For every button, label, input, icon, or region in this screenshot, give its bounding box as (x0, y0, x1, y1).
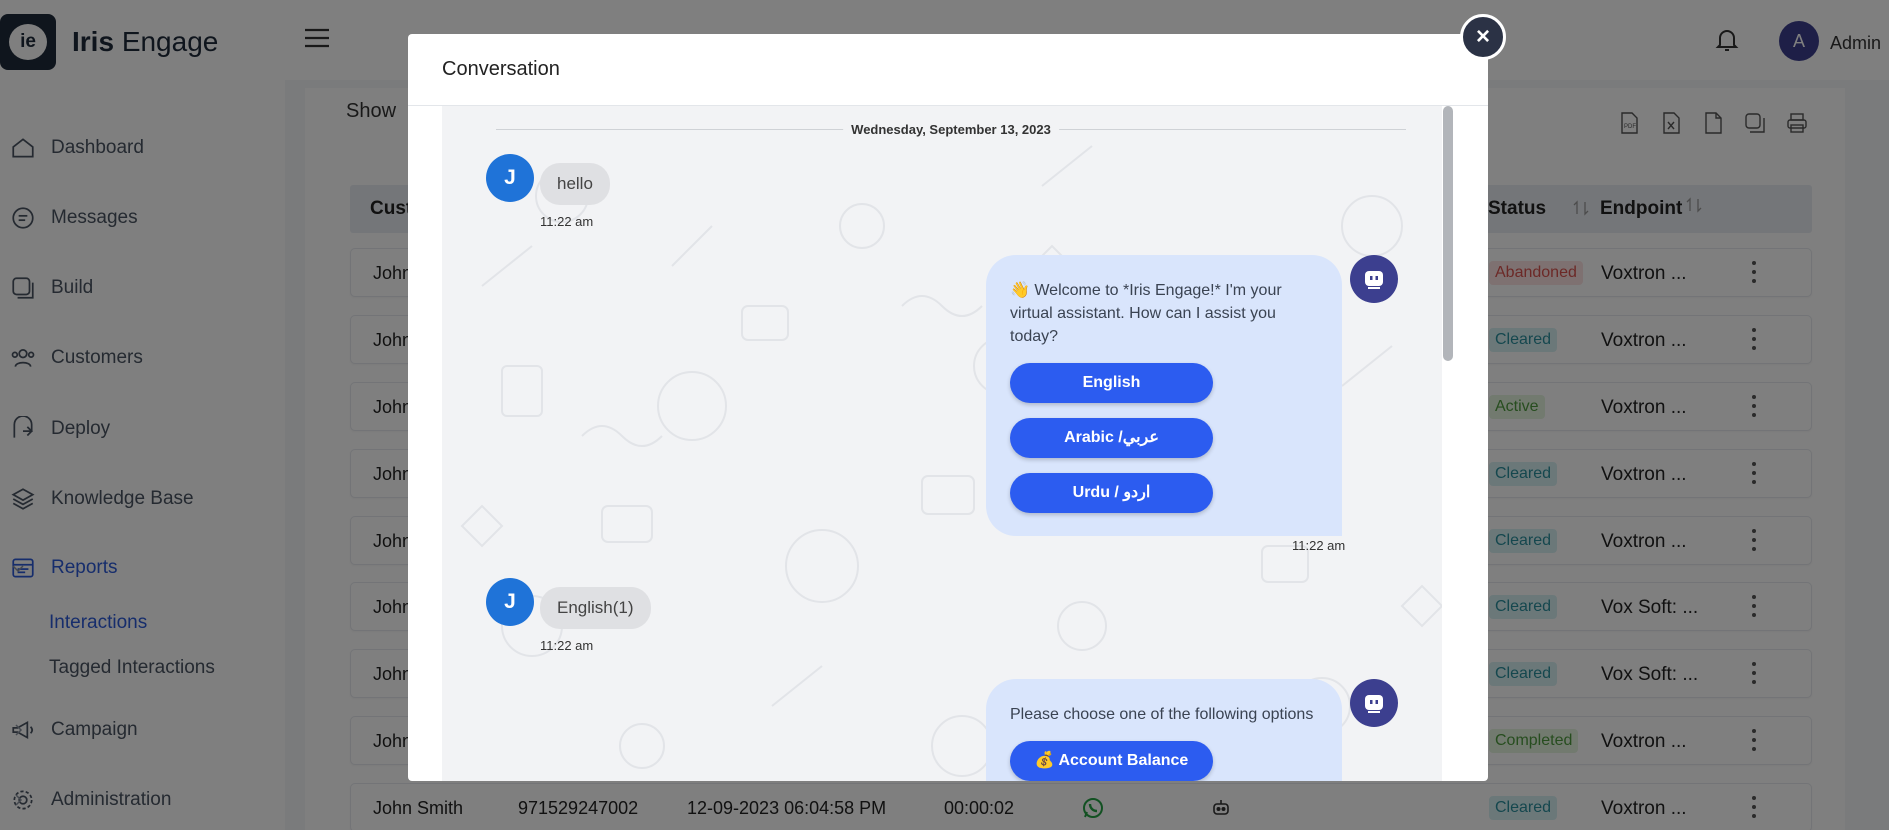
option-button-arabic[interactable]: Arabic /عربي (1010, 418, 1213, 458)
robot-icon (1365, 271, 1383, 289)
bot-avatar (1350, 679, 1398, 727)
bot-message-bubble: 👋 Welcome to *Iris Engage!* I'm your vir… (986, 255, 1342, 536)
user-avatar: J (486, 154, 534, 202)
message-time: 11:22 am (540, 214, 594, 229)
chat-scrollbar[interactable] (1442, 106, 1454, 781)
robot-icon (1365, 695, 1383, 713)
scrollbar-thumb[interactable] (1443, 106, 1453, 361)
bot-avatar (1350, 255, 1398, 303)
conversation-modal: Conversation Wednesday, September 13, 20… (408, 34, 1488, 781)
message-time: 11:22 am (1292, 538, 1346, 553)
message-time: 11:22 am (540, 638, 594, 653)
user-message-bubble: English(1) (540, 587, 651, 629)
close-icon: × (1475, 23, 1490, 50)
date-label: Wednesday, September 13, 2023 (843, 122, 1059, 137)
bot-message-bubble: Please choose one of the following optio… (986, 679, 1342, 781)
bot-message-text: Please choose one of the following optio… (1010, 706, 1314, 723)
chat-area: Wednesday, September 13, 2023 J hello 11… (442, 106, 1454, 781)
option-button-account-balance[interactable]: 💰 Account Balance (1010, 741, 1213, 781)
date-separator: Wednesday, September 13, 2023 (496, 122, 1406, 137)
option-button-english[interactable]: English (1010, 363, 1213, 403)
modal-header: Conversation (408, 34, 1488, 106)
user-avatar: J (486, 578, 534, 626)
modal-title: Conversation (442, 58, 560, 80)
bot-message-text: 👋 Welcome to *Iris Engage!* I'm your vir… (1010, 282, 1282, 345)
user-message-bubble: hello (540, 163, 610, 205)
close-modal-button[interactable]: × (1460, 14, 1506, 60)
option-button-urdu[interactable]: Urdu / اردو (1010, 473, 1213, 513)
